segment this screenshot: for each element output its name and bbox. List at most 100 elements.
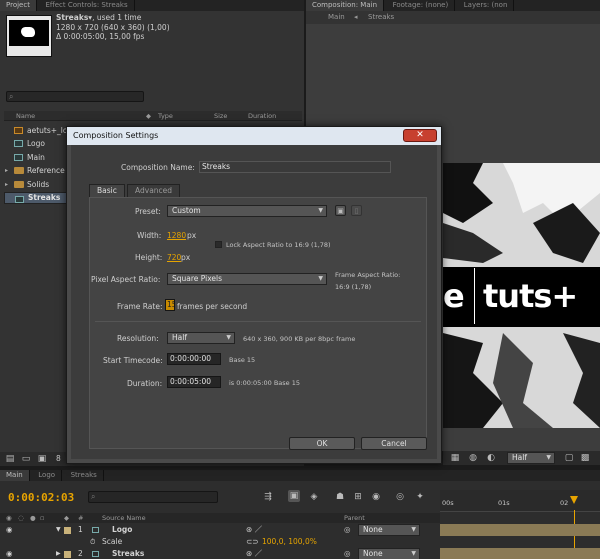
chevron-right-icon[interactable]: ▸ <box>5 164 8 177</box>
stopwatch-icon[interactable]: ⏱ <box>90 536 95 548</box>
switch-icons[interactable]: ⊛ ／ <box>246 548 262 559</box>
layer-name[interactable]: Logo <box>112 524 132 536</box>
breadcrumb-main[interactable]: Main <box>328 13 345 21</box>
transparency-grid-icon[interactable]: ▩ <box>579 452 591 464</box>
motion-blur-icon[interactable]: ◉ <box>370 491 382 503</box>
solo-icon[interactable]: ● <box>30 514 36 522</box>
tab-composition-main[interactable]: Composition: Main <box>306 0 385 11</box>
time-ruler[interactable]: 00s 01s 02 <box>440 490 600 512</box>
pickwhip-icon[interactable]: ◎ <box>344 548 351 559</box>
label-icon[interactable]: ◆ <box>146 112 151 120</box>
col-type[interactable]: Type <box>158 112 173 120</box>
region-icon[interactable]: ▢ <box>563 452 575 464</box>
timeline-search-input[interactable]: ⌕ <box>88 491 218 503</box>
eye-icon[interactable]: ◉ <box>6 548 13 559</box>
color-icon[interactable]: ◐ <box>485 452 497 464</box>
project-search-input[interactable]: ⌕ <box>6 91 144 102</box>
layer-track-bar[interactable] <box>440 548 600 559</box>
comp-title-line: Streaks▾, used 1 time <box>56 13 141 22</box>
table-row[interactable]: ⏱ Scale ⊂⊃ 100,0, 100,0% <box>0 536 440 548</box>
height-value[interactable]: 720 <box>167 253 181 262</box>
folder-icon <box>14 181 24 188</box>
delete-preset-icon[interactable]: ▯ <box>351 205 362 216</box>
tab-project[interactable]: Project <box>0 0 37 11</box>
comp-mini-flowchart-icon[interactable]: ⇶ <box>262 491 274 503</box>
switch-icons[interactable]: ⊛ ／ <box>246 524 262 536</box>
lock-aspect-checkbox[interactable] <box>215 241 222 248</box>
col-name[interactable]: Name <box>16 112 35 120</box>
layer-name[interactable]: Streaks <box>112 548 144 559</box>
new-comp-icon[interactable]: ▣ <box>36 453 48 465</box>
frame-rate-field[interactable]: 15 <box>165 299 175 311</box>
tab-advanced[interactable]: Advanced <box>127 184 181 197</box>
chevron-down-icon[interactable]: ▼ <box>56 524 61 536</box>
tab-layers[interactable]: Layers: (non <box>458 0 515 11</box>
scale-value[interactable]: 100,0, 100,0% <box>262 536 317 548</box>
grid-icon[interactable]: ▦ <box>449 452 461 464</box>
chevron-right-icon[interactable]: ▶ <box>56 548 61 559</box>
hide-shy-layers-icon[interactable]: ☗ <box>334 491 346 503</box>
current-timecode[interactable]: 0:00:02:03 <box>8 491 74 504</box>
eye-icon[interactable]: ◉ <box>6 514 12 522</box>
chevron-right-icon: ◂ <box>354 13 358 21</box>
parent-select[interactable]: None ▼ <box>358 524 420 536</box>
layer-number: 2 <box>78 549 83 558</box>
number-icon: # <box>78 514 84 522</box>
col-parent[interactable]: Parent <box>344 514 365 522</box>
pickwhip-icon[interactable]: ◎ <box>344 524 351 536</box>
duration-field[interactable]: 0:00:05:00 <box>167 376 221 388</box>
resolution-info: 640 x 360, 900 KB per 8bpc frame <box>243 335 356 343</box>
lock-icon[interactable]: ▫ <box>40 514 44 522</box>
cancel-button[interactable]: Cancel <box>361 437 427 450</box>
comp-name-field[interactable]: Streaks <box>199 161 391 173</box>
label-icon[interactable]: ◆ <box>64 514 69 522</box>
width-value[interactable]: 1280 <box>167 231 186 240</box>
interpret-footage-icon[interactable]: ▤ <box>4 453 16 465</box>
layer-track-bar[interactable] <box>440 524 600 536</box>
frame-blending-icon[interactable]: ⊞ <box>352 491 364 503</box>
col-source-name[interactable]: Source Name <box>102 514 146 522</box>
preset-label: Preset: <box>135 207 161 216</box>
playhead-icon[interactable] <box>570 496 578 504</box>
tab-footage[interactable]: Footage: (none) <box>387 0 456 11</box>
bpc-label[interactable]: 8 <box>56 454 61 463</box>
label-color-swatch[interactable] <box>64 551 71 558</box>
far-value: 16:9 (1,78) <box>335 283 372 291</box>
comp-name[interactable]: Streaks <box>56 13 88 22</box>
start-timecode-field[interactable]: 0:00:00:00 <box>167 353 221 365</box>
tab-basic[interactable]: Basic <box>89 184 125 197</box>
resolution-select[interactable]: Half ▼ <box>167 332 235 344</box>
ok-button[interactable]: OK <box>289 437 355 450</box>
label-color-swatch[interactable] <box>64 527 71 534</box>
comp-usage: , used 1 time <box>92 13 142 22</box>
col-duration[interactable]: Duration <box>248 112 276 120</box>
close-button[interactable]: ✕ <box>403 129 437 142</box>
draft-3d-icon[interactable]: ◈ <box>308 491 320 503</box>
par-select[interactable]: Square Pixels ▼ <box>167 273 327 285</box>
new-folder-icon[interactable]: ▭ <box>20 453 32 465</box>
snapshot-icon[interactable]: ◍ <box>467 452 479 464</box>
audio-icon[interactable]: ◌ <box>18 514 24 522</box>
timeline-tab-strip: Main Logo Streaks <box>0 470 600 481</box>
table-row[interactable]: ◉ ▼ 1 Logo ⊛ ／ ◎ None ▼ <box>0 524 440 536</box>
tab-logo[interactable]: Logo <box>32 470 63 481</box>
tab-main[interactable]: Main <box>0 470 30 481</box>
tab-effect-controls[interactable]: Effect Controls: Streaks <box>40 0 135 11</box>
preset-select[interactable]: Custom ▼ <box>167 205 327 217</box>
table-row[interactable]: ◉ ▶ 2 Streaks ⊛ ／ ◎ None ▼ <box>0 548 440 559</box>
resolution-select[interactable]: Half ▼ <box>507 452 555 464</box>
save-preset-icon[interactable]: ▣ <box>335 205 346 216</box>
tab-streaks[interactable]: Streaks <box>65 470 104 481</box>
logo-text-left: e <box>443 277 465 315</box>
col-size[interactable]: Size <box>214 112 227 120</box>
lock-aspect-label: Lock Aspect Ratio to 16:9 (1,78) <box>226 241 331 249</box>
brainstorm-icon[interactable]: ✦ <box>414 491 426 503</box>
parent-select[interactable]: None ▼ <box>358 548 420 559</box>
graph-editor-icon[interactable]: ◎ <box>394 491 406 503</box>
chevron-right-icon[interactable]: ▸ <box>5 178 8 191</box>
live-update-icon[interactable]: ▣ <box>288 490 300 502</box>
comp-dimensions: 1280 x 720 (640 x 360) (1,00) <box>56 23 170 32</box>
eye-icon[interactable]: ◉ <box>6 524 13 536</box>
breadcrumb-streaks[interactable]: Streaks <box>368 13 394 21</box>
link-icon[interactable]: ⊂⊃ <box>246 536 259 548</box>
